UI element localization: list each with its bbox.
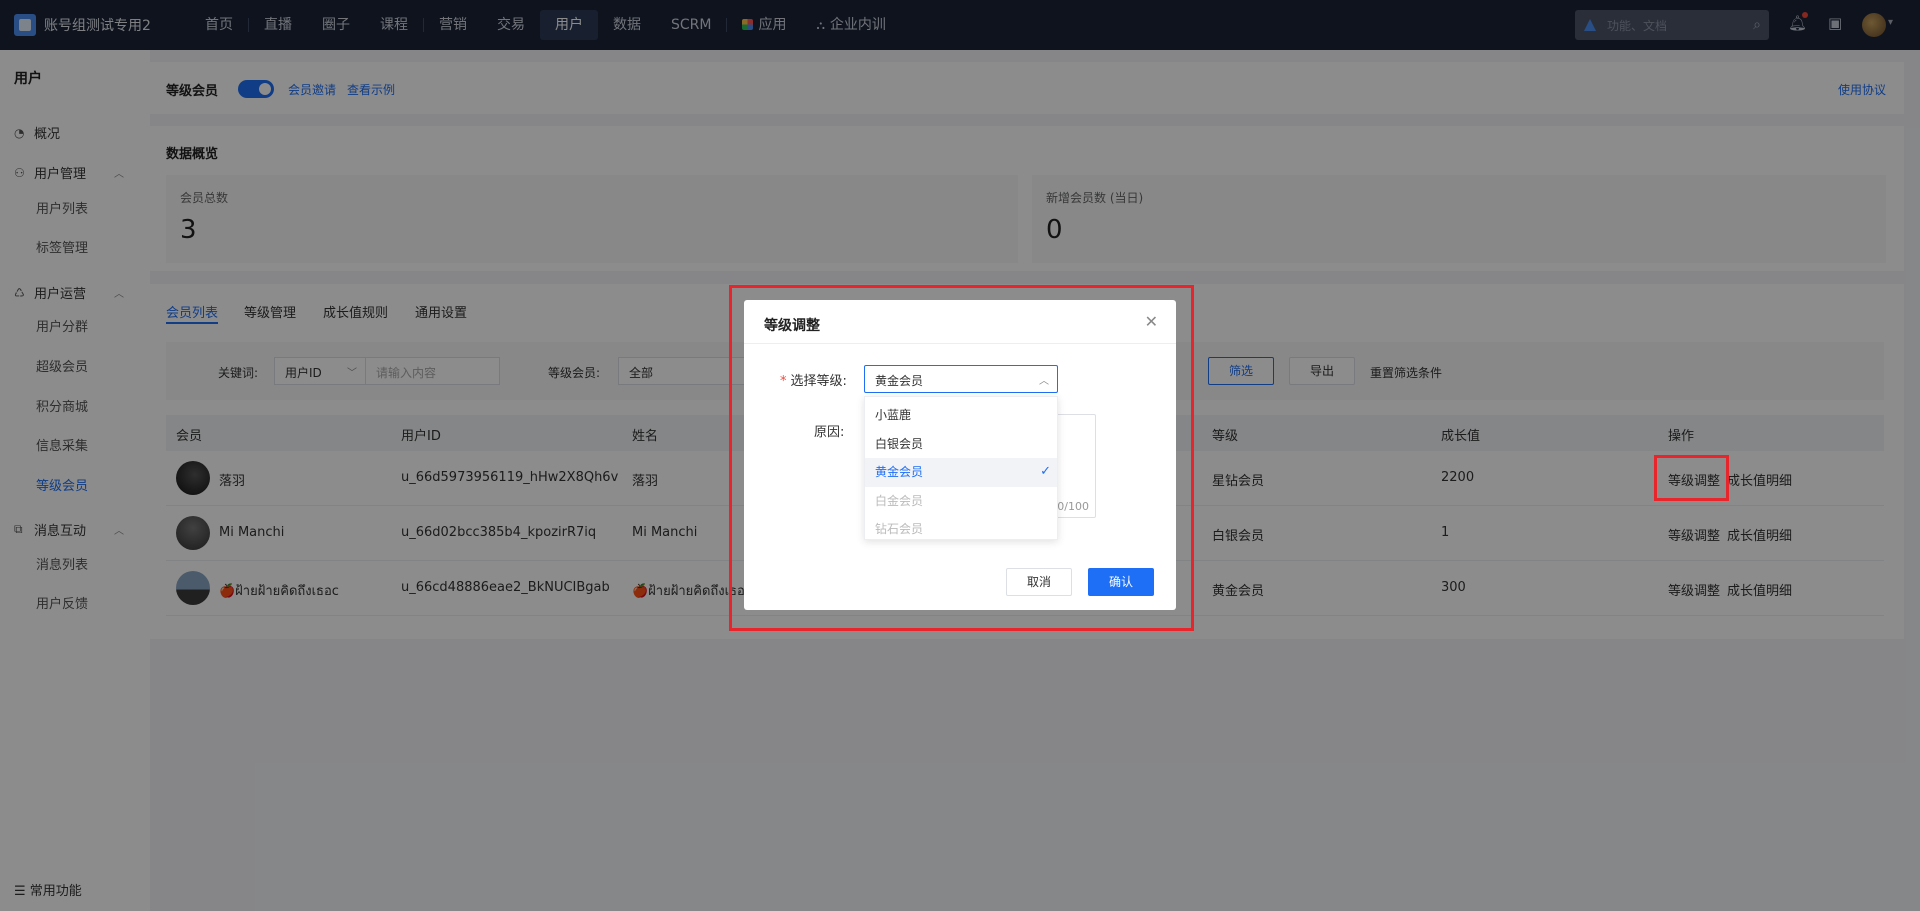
confirm-button[interactable]: 确认 — [1088, 568, 1154, 596]
close-icon[interactable]: ✕ — [1145, 312, 1158, 331]
dropdown-option[interactable]: 小蓝鹿 — [865, 401, 1057, 430]
check-icon: ✓ — [1040, 464, 1051, 479]
highlight-level-adjust — [1654, 455, 1729, 501]
reason-label: 原因: — [814, 425, 845, 440]
dropdown-option-label: 黄金会员 — [875, 465, 924, 479]
cancel-button[interactable]: 取消 — [1006, 568, 1072, 596]
dropdown-option-disabled: 钻石会员 — [875, 522, 924, 536]
dropdown-option[interactable]: 白银会员 — [865, 430, 1057, 459]
chevron-up-icon: ︿ — [1039, 376, 1049, 387]
level-select[interactable]: 黄金会员 ︿ — [864, 365, 1058, 393]
dropdown-option-disabled: 白金会员 — [875, 493, 924, 508]
level-dropdown: 小蓝鹿 白银会员 黄金会员 ✓ 白金会员 钻石会员 — [864, 396, 1058, 540]
dropdown-option-selected[interactable]: 黄金会员 ✓ — [865, 458, 1057, 487]
level-select-value: 黄金会员 — [875, 374, 924, 388]
level-adjust-dialog: 等级调整 ✕ * 选择等级: 黄金会员 ︿ 原因: 0/100 小蓝鹿 白银会员 … — [744, 300, 1176, 610]
required-mark: * — [780, 374, 787, 389]
char-count: 0/100 — [1057, 500, 1089, 513]
dialog-divider — [744, 343, 1176, 344]
select-level-label-text: 选择等级: — [790, 374, 847, 389]
dialog-title: 等级调整 — [764, 318, 820, 334]
select-level-label: * 选择等级: — [780, 370, 847, 389]
